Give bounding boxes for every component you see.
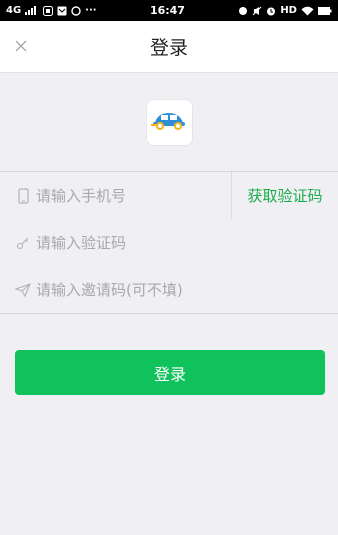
status-right: HD (238, 5, 332, 16)
mute-icon (252, 6, 262, 16)
more-notifications: ··· (85, 5, 97, 16)
app-logo (146, 99, 192, 145)
nfc-icon (238, 6, 248, 16)
app-notification-icon (43, 5, 54, 16)
header: 登录 (0, 21, 338, 73)
close-button[interactable] (10, 35, 32, 57)
phone-icon (14, 187, 32, 205)
login-form: 获取验证码 (0, 171, 338, 314)
get-code-button[interactable]: 获取验证码 (231, 172, 338, 219)
login-button[interactable]: 登录 (15, 350, 325, 395)
battery-icon (317, 6, 332, 15)
close-icon (15, 37, 27, 56)
signal-icon (25, 6, 39, 15)
phone-field-row: 获取验证码 (0, 172, 338, 219)
status-bar: 4G ··· 16:47 HD (0, 0, 338, 21)
network-type: 4G (6, 5, 22, 16)
logo-area (0, 73, 338, 171)
alarm-icon (266, 6, 276, 16)
status-time: 16:47 (149, 4, 185, 17)
hd-label: HD (280, 5, 297, 16)
phone-input[interactable] (36, 172, 231, 219)
app-logo-icon (151, 109, 187, 135)
invite-field-row (0, 266, 338, 313)
bell-icon (71, 5, 81, 16)
login-screen: 4G ··· 16:47 HD 登录 请输入手机号 获取验证码 请输入验证码 请… (0, 0, 338, 535)
code-field-row (0, 219, 338, 266)
message-icon (57, 6, 67, 16)
wifi-icon (301, 6, 314, 16)
page-title: 登录 (149, 37, 188, 59)
send-icon (14, 281, 32, 299)
verification-code-input[interactable] (36, 219, 338, 266)
status-left: 4G ··· (6, 5, 97, 16)
invite-code-input[interactable] (36, 266, 338, 313)
key-icon (14, 234, 32, 252)
